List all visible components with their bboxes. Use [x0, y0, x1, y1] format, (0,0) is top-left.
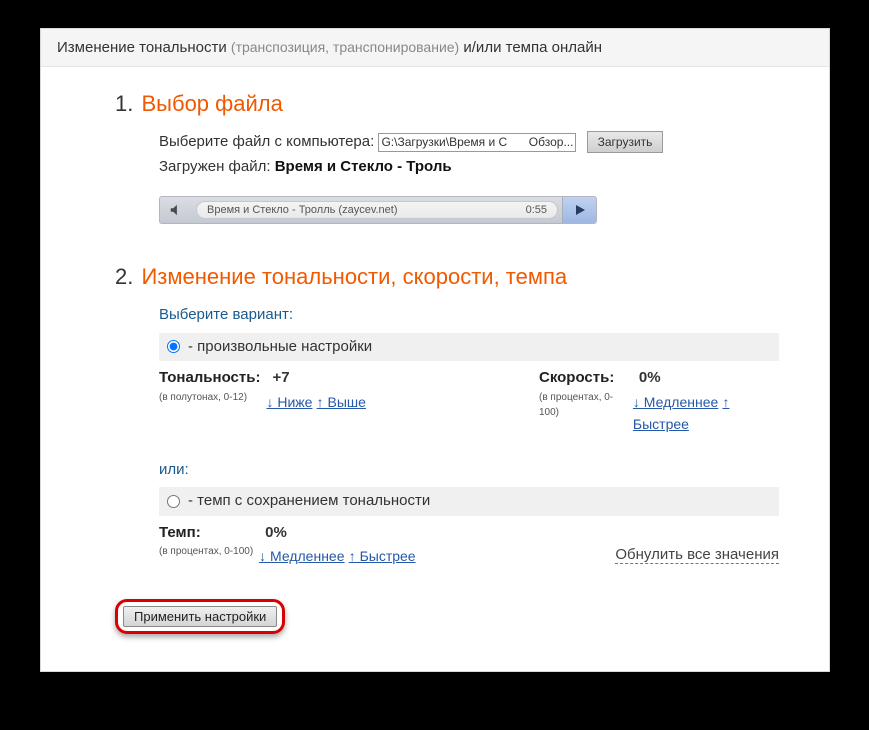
- header-sub: (транспозиция, транспонирование): [231, 39, 459, 55]
- step2-body: Выберите вариант: - произвольные настрой…: [159, 304, 779, 569]
- content-area: 1. Выбор файла Выберите файл с компьютер…: [41, 67, 829, 569]
- loaded-label: Загружен файл:: [159, 158, 271, 175]
- tone-value: +7: [272, 369, 289, 386]
- reset-link[interactable]: Обнулить все значения: [615, 546, 779, 564]
- file-input[interactable]: G:\Загрузки\Время и С Обзор...: [378, 133, 576, 152]
- player-track[interactable]: Время и Стекло - Тролль (zaycev.net) 0:5…: [196, 201, 558, 219]
- apply-wrap: Применить настройки: [115, 599, 829, 634]
- file-path: G:\Загрузки\Время и С: [381, 133, 507, 151]
- speed-label: Скорость:: [539, 367, 627, 390]
- speed-block: Скорость: (в процентах, 0-100) 0% ↓ Медл…: [539, 367, 779, 437]
- file-choose-row: Выберите файл с компьютера: G:\Загрузки\…: [159, 131, 779, 154]
- tempo-label: Темп:: [159, 522, 253, 545]
- upload-button[interactable]: Загрузить: [587, 131, 664, 153]
- step1-body: Выберите файл с компьютера: G:\Загрузки\…: [159, 131, 779, 224]
- tempo-faster-link[interactable]: ↑ Быстрее: [349, 548, 416, 564]
- tempo-value: 0%: [265, 524, 287, 541]
- page-header: Изменение тональности (транспозиция, тра…: [41, 29, 829, 67]
- tone-note: (в полутонах, 0-12): [159, 390, 260, 405]
- speed-slower-link[interactable]: ↓ Медленнее: [633, 394, 718, 410]
- option2-row[interactable]: - темп с сохранением тональности: [159, 487, 779, 516]
- option2-radio[interactable]: [167, 495, 180, 508]
- tone-label: Тональность:: [159, 367, 260, 390]
- reset-wrap: Обнулить все значения: [615, 544, 779, 569]
- tempo-note: (в процентах, 0-100): [159, 544, 253, 559]
- tempo-block: Темп: (в процентах, 0-100) 0% ↓ Медленне…: [159, 522, 499, 569]
- header-main: Изменение тональности: [57, 39, 227, 56]
- choose-file-label: Выберите файл с компьютера:: [159, 133, 374, 150]
- choose-variant-label: Выберите вариант:: [159, 304, 779, 327]
- player-time: 0:55: [526, 202, 547, 219]
- tempo-slower-link[interactable]: ↓ Медленнее: [259, 548, 344, 564]
- loaded-file-name: Время и Стекло - Троль: [275, 158, 452, 175]
- audio-player: Время и Стекло - Тролль (zaycev.net) 0:5…: [159, 196, 597, 224]
- option1-label: - произвольные настройки: [188, 336, 372, 359]
- tone-block: Тональность: (в полутонах, 0-12) +7 ↓ Ни…: [159, 367, 499, 437]
- play-icon[interactable]: [562, 197, 596, 223]
- speed-value: 0%: [639, 369, 661, 386]
- option2-label: - темп с сохранением тональности: [188, 490, 430, 513]
- step1-title: Выбор файла: [141, 91, 282, 116]
- params-row-2: Темп: (в процентах, 0-100) 0% ↓ Медленне…: [159, 522, 779, 569]
- loaded-file-row: Загружен файл: Время и Стекло - Троль: [159, 156, 779, 179]
- option1-radio[interactable]: [167, 340, 180, 353]
- apply-button[interactable]: Применить настройки: [123, 606, 277, 627]
- browse-label: Обзор...: [525, 133, 574, 151]
- option1-row[interactable]: - произвольные настройки: [159, 333, 779, 362]
- step2-heading: 2. Изменение тональности, скорости, темп…: [115, 264, 779, 290]
- tone-lower-link[interactable]: ↓ Ниже: [266, 394, 312, 410]
- params-row-1: Тональность: (в полутонах, 0-12) +7 ↓ Ни…: [159, 367, 779, 437]
- volume-icon[interactable]: [160, 197, 192, 223]
- step1-heading: 1. Выбор файла: [115, 91, 779, 117]
- player-title: Время и Стекло - Тролль (zaycev.net): [207, 202, 398, 219]
- step2-num: 2.: [115, 264, 133, 289]
- step1-num: 1.: [115, 91, 133, 116]
- or-label: или:: [159, 459, 779, 482]
- step2-title: Изменение тональности, скорости, темпа: [141, 264, 567, 289]
- apply-highlight: Применить настройки: [115, 599, 285, 634]
- tone-higher-link[interactable]: ↑ Выше: [317, 394, 366, 410]
- page-container: Изменение тональности (транспозиция, тра…: [40, 28, 830, 672]
- header-tail: и/или темпа онлайн: [463, 39, 602, 56]
- speed-note: (в процентах, 0-100): [539, 390, 627, 420]
